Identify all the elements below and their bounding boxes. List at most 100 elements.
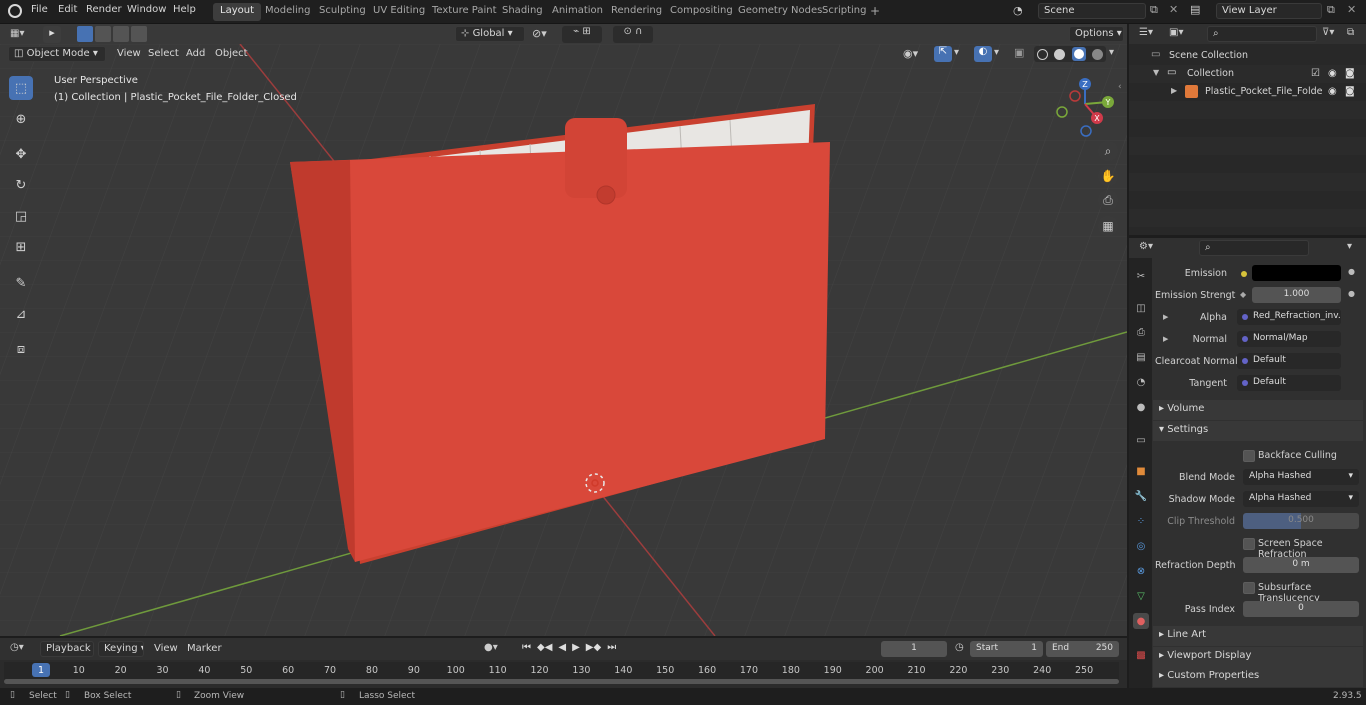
eye-icon[interactable]: ◉ — [1328, 68, 1337, 79]
close-view-layer-icon[interactable]: ✕ — [1347, 3, 1356, 16]
orientation-dropdown[interactable]: ⊹ Global ▾ — [455, 26, 525, 42]
render-camera-icon[interactable]: ◙ — [1345, 86, 1355, 97]
keyframe-dot-icon[interactable]: ● — [1348, 289, 1355, 298]
outliner-search-input[interactable]: ⌕ — [1207, 26, 1317, 42]
normal-link-field[interactable]: Normal/Map — [1237, 331, 1341, 347]
constraints-tab-icon[interactable]: ⊗ — [1133, 563, 1149, 579]
solid-shading-icon[interactable] — [1054, 48, 1066, 60]
refraction-depth-field[interactable]: 0 m — [1243, 557, 1359, 573]
tree-row-object[interactable]: ▶ Plastic_Pocket_File_Folde ◉ ◙ — [1129, 83, 1366, 101]
data-tab-icon[interactable]: ▽ — [1133, 588, 1149, 604]
transform-tool-icon[interactable]: ⊞ — [9, 235, 33, 259]
tangent-field[interactable]: Default — [1237, 375, 1341, 391]
pivot-icon[interactable]: ⊘▾ — [532, 27, 547, 40]
menu-edit[interactable]: Edit — [58, 4, 77, 15]
tab-animation[interactable]: Animation — [545, 3, 610, 21]
proportional-edit-icon[interactable]: ⊙ ∩ — [613, 26, 653, 43]
keyframe-dot-icon[interactable]: ● — [1348, 267, 1355, 276]
timeline-view-menu[interactable]: View — [150, 642, 182, 657]
keying-dropdown[interactable]: Keying ▾ — [98, 641, 144, 657]
collection-tab-icon[interactable]: ▭ — [1133, 432, 1149, 448]
emission-strength-field[interactable]: 1.000 — [1252, 287, 1341, 303]
view-layer-icon[interactable]: ▤ — [1190, 3, 1200, 16]
snap-icon[interactable]: ⌁ ⊞ — [562, 26, 602, 43]
overlay-dropdown-icon[interactable]: ▾ — [994, 47, 999, 58]
tree-row-collection[interactable]: ▼ ▭ Collection ☑ ◉ ◙ — [1129, 65, 1366, 83]
visibility-icon[interactable]: ◉▾ — [903, 47, 918, 60]
tab-modeling[interactable]: Modeling — [258, 3, 318, 21]
material-tab-icon[interactable]: ● — [1133, 613, 1149, 629]
sidebar-toggle-icon[interactable]: ‹ — [1118, 82, 1122, 92]
clip-threshold-slider[interactable]: 0.500 — [1243, 513, 1359, 529]
tab-layout[interactable]: Layout — [213, 3, 261, 21]
render-camera-icon[interactable]: ◙ — [1345, 68, 1355, 79]
custom-properties-section-header[interactable]: ▸ Custom Properties — [1153, 667, 1363, 687]
properties-options-icon[interactable]: ▾ — [1347, 241, 1352, 252]
scene-field[interactable]: Scene — [1038, 3, 1146, 19]
jump-end-icon[interactable]: ⏭ — [607, 642, 616, 653]
texture-tab-icon[interactable]: ▩ — [1133, 647, 1149, 663]
color-socket-icon[interactable] — [1241, 271, 1247, 277]
current-frame-field[interactable]: 1 — [881, 641, 947, 657]
backface-culling-checkbox[interactable] — [1243, 450, 1255, 462]
record-icon[interactable]: ●▾ — [484, 642, 498, 653]
tool-tab-icon[interactable]: ✂ — [1133, 268, 1149, 284]
shading-dropdown-icon[interactable]: ▾ — [1109, 47, 1114, 58]
3d-viewport[interactable]: User Perspective (1) Collection | Plasti… — [0, 44, 1127, 636]
wireframe-shading-icon[interactable] — [1037, 48, 1049, 60]
object-tab-icon[interactable]: ■ — [1133, 463, 1149, 479]
menu-select[interactable]: Select — [144, 47, 183, 62]
scene-tab-icon[interactable]: ◔ — [1133, 374, 1149, 390]
filter-icon[interactable]: ⊽▾ — [1322, 27, 1334, 38]
menu-add[interactable]: Add — [182, 47, 209, 62]
shading-mode-buttons[interactable] — [1034, 46, 1106, 62]
copy-scene-icon[interactable]: ⧉ — [1150, 3, 1158, 17]
tab-rendering[interactable]: Rendering — [604, 3, 669, 21]
gizmo-toggle-icon[interactable]: ⇱ — [934, 46, 952, 62]
tab-shading[interactable]: Shading — [495, 3, 550, 21]
output-tab-icon[interactable]: ⎙ — [1133, 324, 1149, 340]
playback-dropdown[interactable]: Playback ▾ — [40, 641, 94, 657]
start-frame-field[interactable]: Start 1 — [970, 641, 1043, 657]
close-icon[interactable]: ✕ — [1169, 3, 1178, 16]
overlay-toggle-icon[interactable]: ◐ — [974, 46, 992, 62]
navigation-gizmo[interactable]: Z Y X — [1050, 74, 1120, 139]
add-cube-tool-icon[interactable]: ⧈ — [9, 337, 33, 361]
expand-arrow-icon[interactable]: ▶ — [1171, 86, 1177, 95]
display-mode-icon[interactable]: ▣▾ — [1169, 27, 1183, 38]
options-dropdown[interactable]: Options ▾ — [1069, 26, 1124, 42]
properties-editor-icon[interactable]: ⚙▾ — [1139, 241, 1153, 252]
copy-view-layer-icon[interactable]: ⧉ — [1327, 3, 1335, 17]
modifier-tab-icon[interactable]: 🔧 — [1133, 488, 1149, 504]
blend-mode-dropdown[interactable]: Alpha Hashed ▾ — [1243, 469, 1359, 485]
menu-file[interactable]: File — [31, 4, 48, 15]
world-tab-icon[interactable]: ● — [1133, 399, 1149, 415]
timeline-editor-icon[interactable]: ◷▾ — [10, 642, 24, 653]
line-art-section-header[interactable]: ▸ Line Art — [1153, 626, 1363, 646]
blender-logo-icon[interactable] — [8, 4, 22, 18]
alpha-link-field[interactable]: Red_Refraction_inv... — [1237, 309, 1341, 325]
properties-search-input[interactable]: ⌕ — [1199, 240, 1309, 256]
tab-texture-paint[interactable]: Texture Paint — [425, 3, 504, 21]
scene-icon[interactable]: ◔ — [1013, 4, 1023, 17]
tab-uv-editing[interactable]: UV Editing — [366, 3, 432, 21]
eye-icon[interactable]: ◉ — [1328, 86, 1337, 97]
camera-icon[interactable]: ⎙ — [1098, 190, 1118, 210]
new-collection-icon[interactable]: ⧉ — [1347, 27, 1354, 38]
zoom-icon[interactable]: ⌕ — [1098, 141, 1118, 161]
pan-hand-icon[interactable]: ✋ — [1098, 166, 1118, 186]
settings-section-header[interactable]: ▾ Settings — [1153, 421, 1363, 441]
play-icon[interactable]: ▶ — [572, 642, 580, 653]
view-layer-field[interactable]: View Layer — [1216, 3, 1322, 19]
tab-scripting[interactable]: Scripting — [815, 3, 873, 21]
move-tool-icon[interactable]: ✥ — [9, 142, 33, 166]
sss-checkbox[interactable] — [1243, 582, 1255, 594]
render-tab-icon[interactable]: ◫ — [1133, 300, 1149, 316]
prev-keyframe-icon[interactable]: ◆◀ — [537, 642, 552, 653]
add-workspace-icon[interactable]: + — [870, 4, 880, 18]
physics-tab-icon[interactable]: ◎ — [1133, 538, 1149, 554]
editor-type-icon[interactable]: ▦▾ — [10, 28, 24, 39]
annotate-tool-icon[interactable]: ✎ — [9, 271, 33, 295]
tab-sculpting[interactable]: Sculpting — [312, 3, 373, 21]
value-socket-icon[interactable]: ◆ — [1240, 290, 1246, 299]
